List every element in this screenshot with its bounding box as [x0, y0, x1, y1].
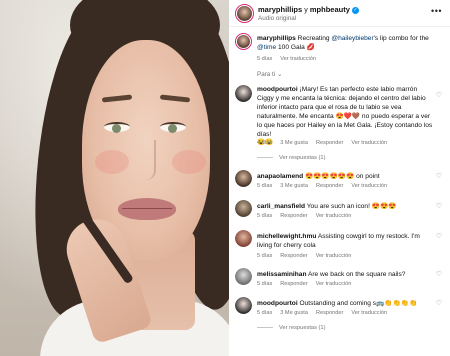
comments-panel: maryphillips y mphbeauty ✓ Audio origina…	[229, 0, 450, 356]
verified-badge-icon: ✓	[351, 6, 359, 14]
comment-meta: 5 días Responder Ver traducción	[257, 253, 359, 259]
comment-username[interactable]: anapaolamend	[257, 173, 303, 180]
timestamp: 4 días	[257, 140, 273, 146]
translate-link[interactable]: Ver traducción	[351, 140, 387, 146]
likes-count[interactable]: 3 Me gusta	[280, 310, 308, 316]
comment-meta: 5 días Responder Ver traducción	[257, 213, 359, 219]
comment-text: melissaminihan Are we back on the square…	[257, 271, 406, 278]
likes-count[interactable]: 3 Me gusta	[280, 140, 308, 146]
comment-meta: 5 días 3 Me gusta Responder Ver traducción	[257, 183, 395, 189]
likes-count[interactable]: 3 Me gusta	[280, 183, 308, 189]
avatar[interactable]	[235, 170, 252, 187]
avatar[interactable]	[235, 85, 252, 102]
like-heart-icon[interactable]: ♡	[436, 91, 442, 99]
video-figure-nose	[140, 140, 156, 180]
comment-text: moodpourtoi Outstanding and coming s🚌👏👏👏…	[257, 300, 418, 307]
translate-link[interactable]: Ver traducción	[351, 183, 387, 189]
comment-text: michellewight.hmu Assisting cowgirl to m…	[257, 233, 420, 249]
video-figure-lips	[118, 198, 176, 220]
comment-username[interactable]: melissaminihan	[257, 271, 306, 278]
comment-username[interactable]: maryphillips	[257, 35, 296, 42]
avatar[interactable]	[235, 33, 252, 50]
timestamp: 5 días	[257, 183, 273, 189]
timestamp: 5 días	[257, 281, 273, 287]
replies-divider	[257, 157, 273, 158]
caption-meta: 5 días Ver traducción	[257, 56, 324, 62]
video-figure-cheek	[95, 150, 129, 174]
comment-username[interactable]: moodpourtoi	[257, 300, 298, 307]
mention-link[interactable]: @time	[257, 44, 276, 51]
avatar[interactable]	[235, 4, 254, 23]
translate-link[interactable]: Ver traducción	[316, 281, 352, 287]
post-author-link[interactable]: maryphillips	[258, 5, 302, 14]
audio-link[interactable]: Audio original	[258, 15, 296, 22]
reply-button[interactable]: Responder	[280, 253, 307, 259]
comment-text: moodpourtoi ¡Mary! Es tan perfecto este …	[257, 86, 433, 147]
sort-selector[interactable]: Para ti ⌄	[257, 71, 282, 78]
comment-username[interactable]: michellewight.hmu	[257, 233, 316, 240]
like-heart-icon[interactable]: ♡	[436, 202, 442, 210]
comment-meta: 4 días 3 Me gusta Responder Ver traducción	[257, 140, 395, 146]
reply-button[interactable]: Responder	[316, 140, 343, 146]
reply-button[interactable]: Responder	[280, 213, 307, 219]
comment-username[interactable]: moodpourtoi	[257, 86, 298, 93]
reply-button[interactable]: Responder	[280, 281, 307, 287]
reply-button[interactable]: Responder	[316, 183, 343, 189]
video-figure-eye	[160, 122, 186, 133]
avatar[interactable]	[235, 230, 252, 247]
timestamp: 5 días	[257, 253, 273, 259]
collab-joiner: y	[304, 7, 308, 14]
avatar[interactable]	[235, 200, 252, 217]
comment-meta: 5 días Responder Ver traducción	[257, 281, 359, 287]
comment-text: anapaolamend 😍😍😍😍😍😍 on point	[257, 173, 380, 180]
mention-link[interactable]: @haileybieber	[331, 35, 373, 42]
video-figure-eye	[104, 122, 130, 133]
view-replies-button[interactable]: Ver respuestas (1)	[257, 325, 325, 331]
more-options-button[interactable]: •••	[431, 6, 442, 16]
avatar[interactable]	[235, 297, 252, 314]
like-heart-icon[interactable]: ♡	[436, 232, 442, 240]
translate-link[interactable]: Ver traducción	[316, 213, 352, 219]
timestamp: 5 días	[257, 310, 273, 316]
comment-username[interactable]: carli_mansfield	[257, 203, 305, 210]
post-header: maryphillips y mphbeauty ✓ Audio origina…	[229, 0, 450, 27]
video-player[interactable]	[0, 0, 229, 356]
caption-text: maryphillips Recreating @haileybieber's …	[257, 35, 429, 51]
translate-link[interactable]: Ver traducción	[316, 253, 352, 259]
comment-text: carli_mansfield You are such an icon! 😍😍…	[257, 203, 397, 210]
view-replies-button[interactable]: Ver respuestas (1)	[257, 155, 325, 161]
timestamp: 5 días	[257, 213, 273, 219]
comment-meta: 5 días 3 Me gusta Responder Ver traducción	[257, 310, 395, 316]
collab-author-link[interactable]: mphbeauty	[310, 5, 350, 14]
like-heart-icon[interactable]: ♡	[436, 270, 442, 278]
avatar[interactable]	[235, 268, 252, 285]
translate-link[interactable]: Ver traducción	[351, 310, 387, 316]
translate-link[interactable]: Ver traducción	[280, 56, 316, 62]
replies-divider	[257, 327, 273, 328]
video-figure-cheek	[172, 150, 206, 174]
reply-button[interactable]: Responder	[316, 310, 343, 316]
like-heart-icon[interactable]: ♡	[436, 299, 442, 307]
like-heart-icon[interactable]: ♡	[436, 172, 442, 180]
timestamp: 5 días	[257, 56, 273, 62]
